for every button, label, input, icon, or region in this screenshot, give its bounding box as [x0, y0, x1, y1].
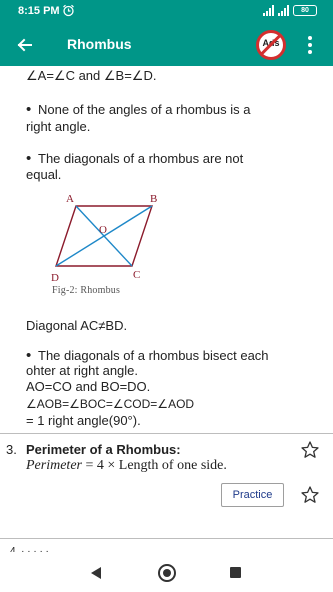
bullet-diagonals-not-equal: The diagonals of a rhombus are not [26, 150, 243, 167]
section-divider [0, 433, 333, 434]
bullet-no-right-angle-cont: right angle. [26, 119, 91, 134]
diagonal-bd [55, 205, 153, 267]
remove-ads-button[interactable]: Ads [256, 30, 286, 60]
battery-icon: 80 [293, 5, 317, 16]
signal-icon [263, 5, 274, 16]
bullet-line: None of the angles of a rhombus is a [26, 102, 250, 117]
angles-aob-text: ∠AOB=∠BOC=∠COD=∠AOD [26, 397, 195, 411]
more-vert-icon[interactable] [304, 34, 316, 56]
right-angle-text: = 1 right angle(90°). [26, 413, 141, 428]
section-title: Perimeter of a Rhombus: [26, 442, 181, 457]
signal-icon [278, 5, 289, 16]
figure-caption: Fig-2: Rhombus [52, 285, 121, 296]
star-outline-icon[interactable] [300, 440, 320, 460]
bullet-diagonals-bisect-cont: ohter at right angle. [26, 363, 139, 378]
circle-home-icon[interactable] [158, 564, 176, 582]
perimeter-formula: Perimeter = 4 × Length of one side. [26, 458, 227, 474]
vertex-label-a: A [66, 193, 74, 205]
alarm-icon [63, 4, 74, 17]
section-divider [0, 538, 333, 539]
bullet-no-right-angle: None of the angles of a rhombus is a [26, 101, 250, 118]
angles-equal-text: ∠A=∠C and ∠B=∠D. [26, 68, 157, 83]
ao-co-text: AO=CO and BO=DO. [26, 379, 151, 394]
status-time: 8:15 PM [18, 5, 60, 17]
formula-lhs: Perimeter [26, 458, 82, 473]
arrow-left-icon[interactable] [12, 32, 38, 58]
status-icons: 80 [263, 5, 317, 16]
rhombus-figure: A B C D O [51, 193, 157, 284]
bullet-line: The diagonals of a rhombus bisect each [26, 348, 269, 363]
page-title: Rhombus [67, 36, 132, 52]
bullet-line: The diagonals of a rhombus are not [26, 151, 243, 166]
vertex-label-d: D [51, 272, 59, 284]
vertex-label-b: B [150, 193, 157, 205]
section-number: 3. [6, 442, 17, 457]
system-nav-bar [0, 552, 333, 592]
app-bar: Rhombus Ads [0, 24, 333, 66]
practice-button[interactable]: Practice [221, 483, 284, 507]
star-outline-icon[interactable] [300, 485, 320, 505]
bullet-diagonals-not-equal-cont: equal. [26, 167, 62, 182]
formula-rhs: Length of one side. [118, 458, 227, 473]
diagonal-inequality-text: Diagonal AC≠BD. [26, 318, 128, 333]
vertex-label-c: C [133, 269, 140, 281]
lesson-content[interactable]: ∠A=∠C and ∠B=∠D. None of the angles of a… [0, 66, 333, 552]
square-recent-icon[interactable] [230, 567, 241, 578]
status-bar: 8:15 PM 80 [0, 0, 333, 24]
triangle-back-icon[interactable] [89, 566, 103, 580]
center-label-o: O [99, 224, 107, 236]
formula-operator: = 4 × [81, 458, 119, 473]
